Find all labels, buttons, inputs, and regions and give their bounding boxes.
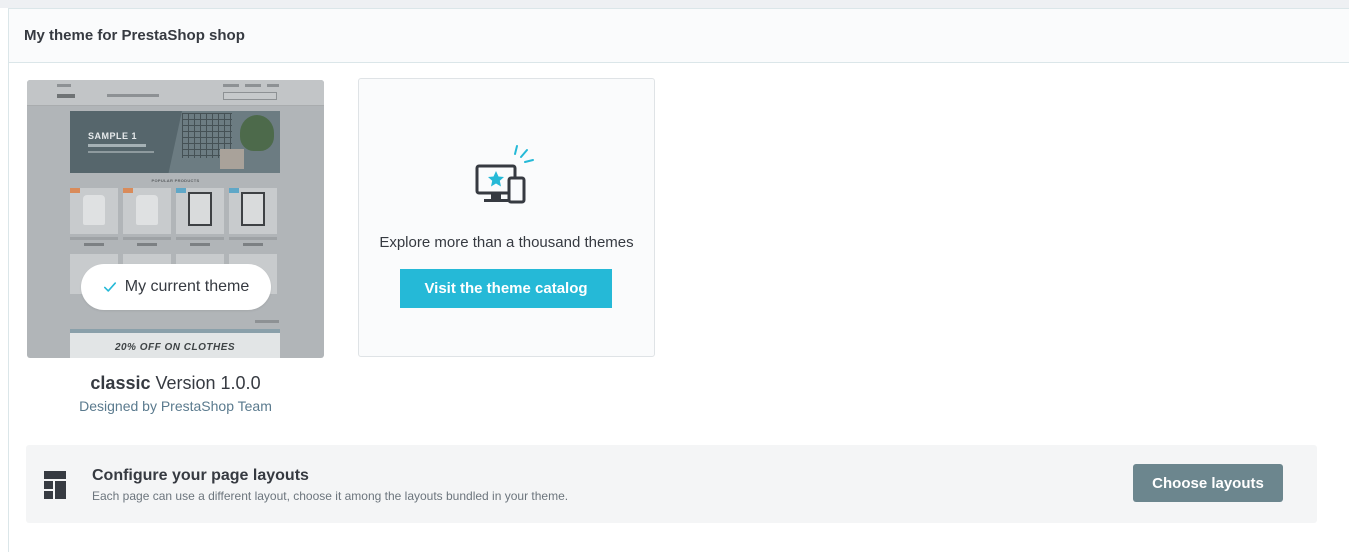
layouts-description: Each page can use a different layout, ch…: [92, 489, 569, 503]
page: My theme for PrestaShop shop SAMPLE 1 PO…: [0, 0, 1349, 552]
top-strip: [0, 0, 1349, 8]
theme-name: classic Version 1.0.0: [27, 373, 324, 394]
preview-promo-label: 20% OFF ON CLOTHES: [114, 342, 236, 353]
choose-layouts-button[interactable]: Choose layouts: [1133, 464, 1283, 502]
theme-author: Designed by PrestaShop Team: [79, 398, 272, 414]
theme-version: Version 1.0.0: [155, 373, 261, 393]
theme-preview: SAMPLE 1 POPULAR PRODUCTS 20% OFF ON CLO…: [27, 80, 324, 358]
catalog-description: Explore more than a thousand themes: [379, 234, 634, 251]
panel-title: My theme for PrestaShop shop: [24, 27, 245, 44]
preview-product: [70, 188, 118, 234]
current-theme-badge: My current theme: [81, 264, 271, 310]
preview-banner: SAMPLE 1: [70, 111, 280, 173]
preview-nav: [27, 88, 324, 104]
check-icon: [103, 282, 116, 292]
visit-theme-catalog-button[interactable]: Visit the theme catalog: [400, 269, 612, 308]
page-layouts-section: Configure your page layouts Each page ca…: [26, 445, 1317, 523]
theme-name-value: classic: [90, 373, 151, 393]
preview-product: [229, 188, 277, 234]
preview-banner-title: SAMPLE 1: [88, 131, 138, 141]
current-theme-label: My current theme: [124, 278, 250, 295]
preview-product: [123, 188, 171, 234]
layout-grid-icon: [44, 471, 66, 499]
preview-promo: 20% OFF ON CLOTHES: [70, 329, 280, 358]
panel-header: My theme for PrestaShop shop: [9, 9, 1349, 63]
preview-section-title: POPULAR PRODUCTS: [151, 178, 200, 183]
preview-product: [176, 188, 224, 234]
monitor-star-icon: [475, 145, 534, 204]
theme-catalog-card: Explore more than a thousand themes Visi…: [358, 78, 655, 357]
layouts-title: Configure your page layouts: [92, 467, 309, 484]
